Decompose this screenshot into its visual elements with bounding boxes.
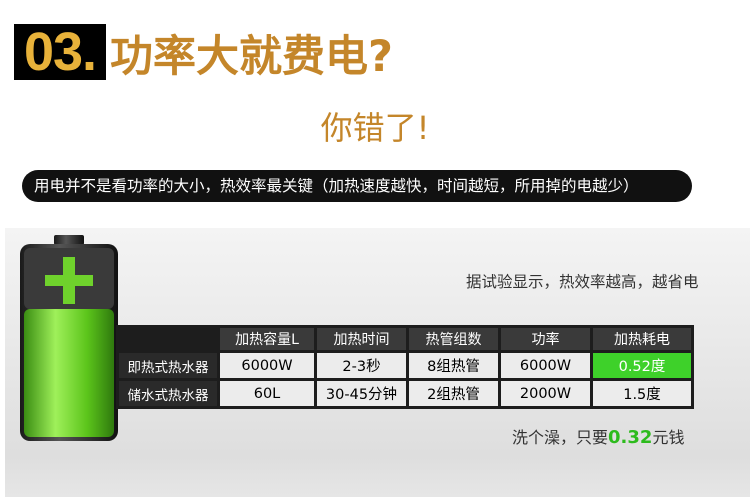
battery-charging-icon — [20, 235, 118, 441]
table-cell: 2组热管 — [409, 381, 498, 406]
banner: 用电并不是看功率的大小，热效率最关键（加热速度越快，时间越短，所用掉的电越少） — [22, 170, 692, 202]
note-cost-highlight: 0.32 — [608, 427, 653, 448]
page-subtitle: 你错了! — [320, 109, 430, 147]
table-cell: 2000W — [501, 381, 590, 406]
table-cell: 60L — [220, 381, 314, 406]
table-cell-highlight: 0.52度 — [593, 353, 691, 378]
comparison-table: 加热容量L 加热时间 热管组数 功率 加热耗电 即热式热水器 6000W 2-3… — [116, 325, 694, 409]
row-label: 储水式热水器 — [119, 381, 217, 406]
table-cell: 2-3秒 — [317, 353, 406, 378]
table-cell: 6000W — [501, 353, 590, 378]
table-header: 加热时间 — [317, 328, 406, 350]
note-cost: 洗个澡，只要0.32元钱 — [512, 424, 684, 448]
table-cell: 8组热管 — [409, 353, 498, 378]
note-efficiency: 据试验显示，热效率越高，越省电 — [466, 273, 699, 291]
table-header: 功率 — [501, 328, 590, 350]
section-number-box: 03. — [14, 22, 106, 82]
row-label: 即热式热水器 — [119, 353, 217, 378]
table-cell: 6000W — [220, 353, 314, 378]
table-header: 加热耗电 — [593, 328, 691, 350]
page-title: 功率大就费电? — [110, 32, 393, 82]
note-cost-before: 洗个澡，只要 — [512, 428, 609, 447]
section-number: 03. — [23, 22, 97, 82]
table-cell: 30-45分钟 — [317, 381, 406, 406]
table-cell: 1.5度 — [593, 381, 691, 406]
note-cost-after: 元钱 — [652, 428, 685, 447]
table-header: 加热容量L — [220, 328, 314, 350]
banner-text: 用电并不是看功率的大小，热效率最关键（加热速度越快，时间越短，所用掉的电越少） — [34, 177, 639, 195]
table-header: 热管组数 — [409, 328, 498, 350]
